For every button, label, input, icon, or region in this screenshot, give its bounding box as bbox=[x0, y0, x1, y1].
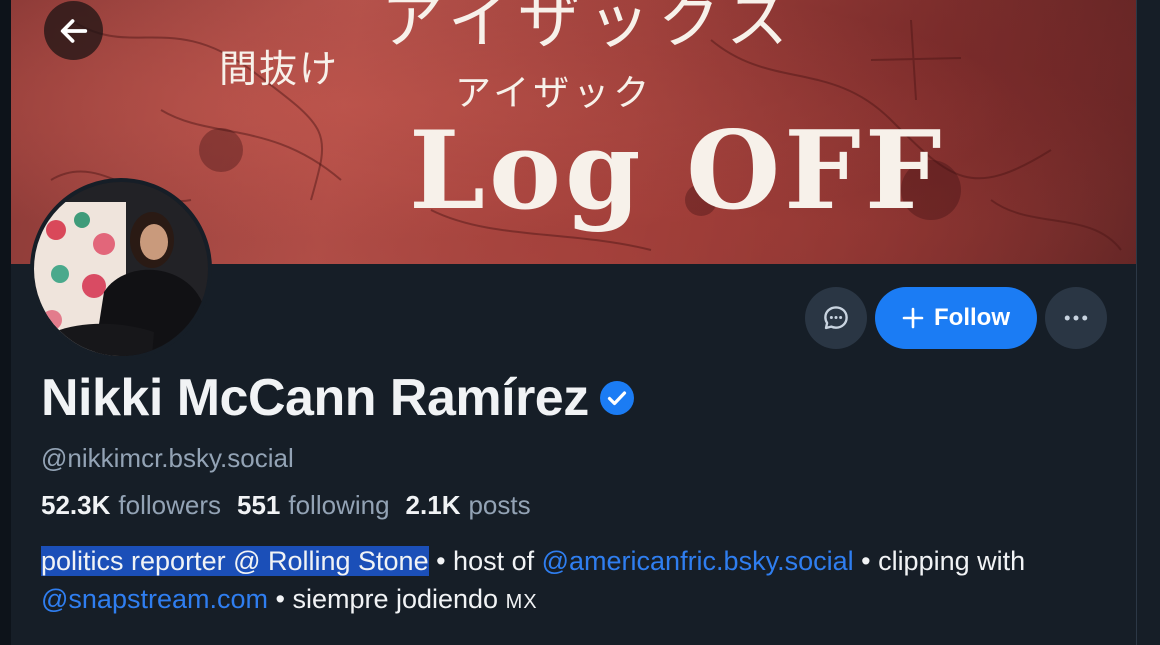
more-options-button[interactable] bbox=[1045, 287, 1107, 349]
bio-text-3: • siempre jodiendo bbox=[267, 584, 506, 614]
avatar[interactable] bbox=[30, 178, 212, 360]
left-gutter bbox=[0, 0, 11, 645]
profile-bio: politics reporter @ Rolling Stone • host… bbox=[41, 542, 1101, 621]
back-button[interactable] bbox=[44, 1, 103, 60]
following-stat[interactable]: 551 following bbox=[237, 490, 390, 521]
profile-stats: 52.3K followers 551 following 2.1K posts bbox=[41, 490, 547, 521]
posts-count: 2.1K bbox=[405, 490, 461, 520]
plus-icon bbox=[902, 307, 924, 329]
avatar-photo bbox=[34, 182, 208, 356]
banner-japanese-top: アイザックス bbox=[381, 0, 797, 57]
following-count: 551 bbox=[236, 490, 281, 520]
banner-title: Log OFF bbox=[409, 108, 946, 234]
arrow-left-icon bbox=[60, 18, 87, 43]
posts-label: posts bbox=[468, 490, 531, 520]
following-label: following bbox=[288, 490, 390, 520]
bio-link-americanfric[interactable]: @americanfric.bsky.social bbox=[542, 546, 854, 576]
message-button[interactable] bbox=[805, 287, 867, 349]
follow-button[interactable]: Follow bbox=[875, 287, 1037, 349]
bio-text-2: • clipping with bbox=[853, 546, 1026, 576]
bio-country-tag: MX bbox=[505, 591, 538, 613]
bio-selected-text: politics reporter @ Rolling Stone bbox=[41, 546, 429, 576]
chat-bubble-icon bbox=[824, 306, 848, 330]
profile-actions: Follow bbox=[805, 287, 1107, 349]
right-gutter bbox=[1136, 0, 1160, 645]
bio-link-snapstream[interactable]: @snapstream.com bbox=[41, 584, 268, 614]
display-name: Nikki McCann Ramírez bbox=[41, 369, 589, 427]
profile-column: アイザックス 間抜け アイザック Log OFF Follow Nikki Mc… bbox=[11, 0, 1136, 645]
followers-count: 52.3K bbox=[41, 490, 111, 520]
verified-check-icon[interactable] bbox=[599, 380, 635, 416]
followers-stat[interactable]: 52.3K followers bbox=[41, 490, 221, 521]
follow-label: Follow bbox=[934, 304, 1010, 331]
banner-japanese-small: 間抜け bbox=[219, 47, 340, 91]
bio-text-1: • host of bbox=[428, 546, 542, 576]
posts-stat: 2.1K posts bbox=[406, 490, 531, 521]
ellipsis-icon bbox=[1064, 315, 1088, 321]
display-name-row: Nikki McCann Ramírez bbox=[41, 368, 635, 428]
followers-label: followers bbox=[118, 490, 221, 520]
profile-handle: @nikkimcr.bsky.social bbox=[41, 443, 294, 473]
